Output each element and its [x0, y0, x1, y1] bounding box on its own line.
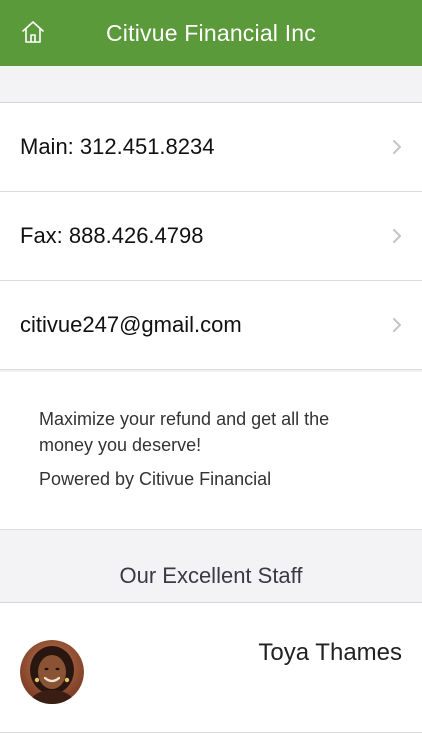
staff-section-header: Our Excellent Staff — [0, 530, 422, 603]
nav-bar: Citivue Financial Inc — [0, 0, 422, 66]
contact-row-fax[interactable]: Fax: 888.426.4798 — [0, 192, 422, 281]
contact-row-email[interactable]: citivue247@gmail.com — [0, 281, 422, 370]
contact-list: Main: 312.451.8234 Fax: 888.426.4798 cit… — [0, 103, 422, 370]
page-title: Citivue Financial Inc — [105, 19, 316, 46]
main-phone-label: Main: 312.451.8234 — [20, 134, 215, 159]
chevron-right-icon — [392, 139, 402, 155]
avatar — [20, 640, 84, 704]
list-continuation — [0, 733, 422, 750]
chevron-right-icon — [392, 317, 402, 333]
staff-section-title: Our Excellent Staff — [119, 563, 303, 588]
email-label: citivue247@gmail.com — [20, 312, 242, 337]
home-icon[interactable] — [20, 19, 46, 45]
fax-label: Fax: 888.426.4798 — [20, 223, 204, 248]
powered-by-text: Powered by Citivue Financial — [39, 469, 272, 489]
staff-card[interactable]: Toya Thames — [0, 603, 422, 733]
info-section: Maximize your refund and get all the mon… — [0, 372, 422, 530]
info-description: Maximize your refund and get all the mon… — [39, 409, 330, 455]
contact-row-main-phone[interactable]: Main: 312.451.8234 — [0, 103, 422, 192]
staff-name: Toya Thames — [258, 639, 402, 666]
chevron-right-icon — [392, 228, 402, 244]
section-spacer — [0, 66, 422, 103]
